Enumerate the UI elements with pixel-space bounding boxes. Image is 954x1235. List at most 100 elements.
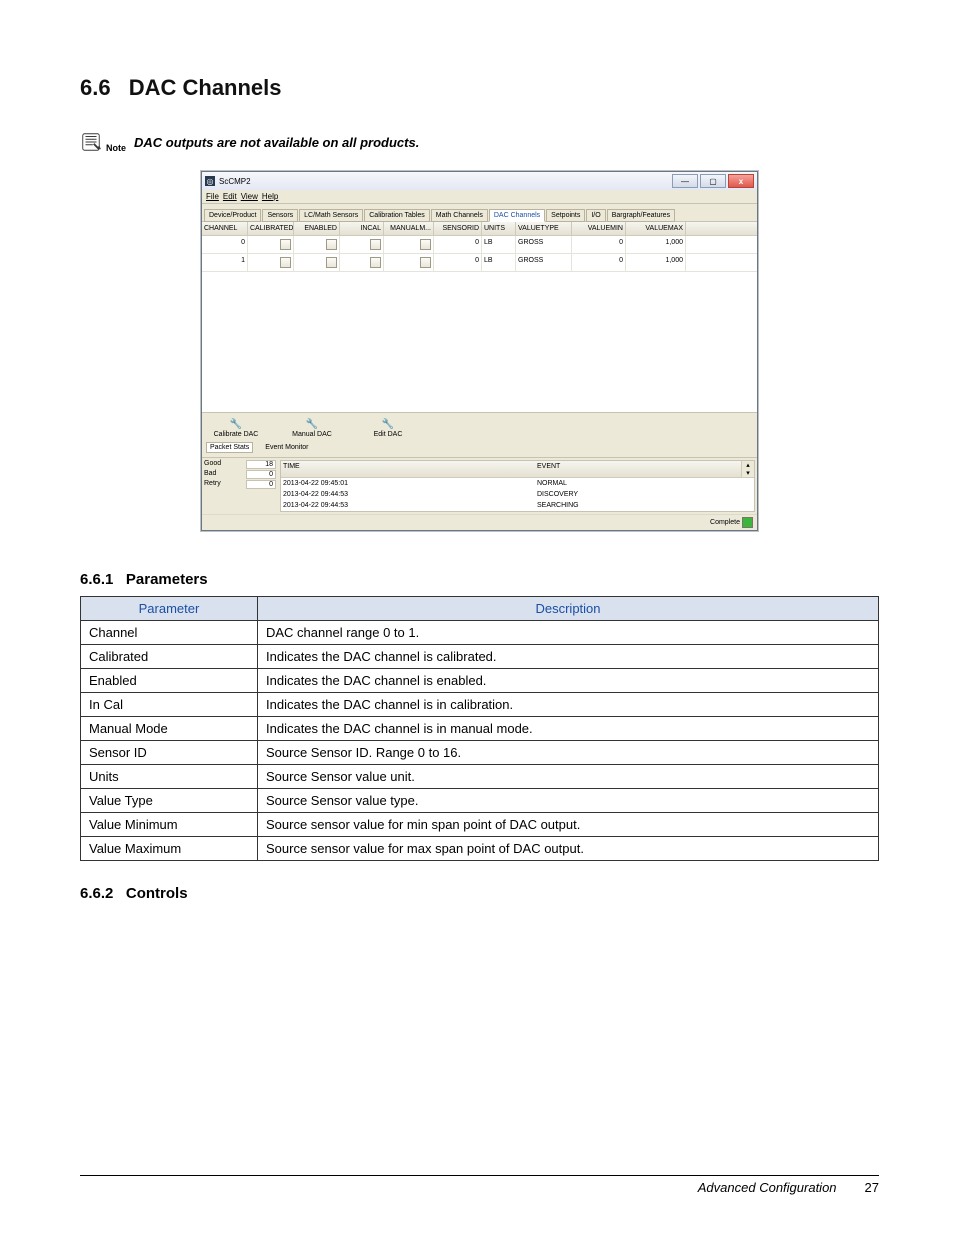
app-icon: ◎ xyxy=(205,176,215,186)
col-sensorid[interactable]: SENSORID xyxy=(434,222,482,235)
wrench-icon: 🔧 xyxy=(360,419,416,431)
section-number: 6.6 xyxy=(80,75,111,101)
cell-sensorid[interactable]: 0 xyxy=(434,254,482,271)
cell-calibrated[interactable] xyxy=(248,236,294,253)
events-scrollbar[interactable]: ▴▾ xyxy=(741,461,754,477)
cell-valuemax[interactable]: 1,000 xyxy=(626,254,686,271)
checkbox-icon[interactable] xyxy=(370,239,381,250)
event-row[interactable]: 2013-04-22 09:44:53SEARCHING xyxy=(281,500,754,511)
checkbox-icon[interactable] xyxy=(420,257,431,268)
cell-manualmode[interactable] xyxy=(384,236,434,253)
cell-incal[interactable] xyxy=(340,254,384,271)
footer-page-number: 27 xyxy=(865,1180,879,1195)
cell-incal[interactable] xyxy=(340,236,384,253)
tool-calibrate-dac[interactable]: 🔧 Calibrate DAC xyxy=(208,419,264,438)
tab-sensors[interactable]: Sensors xyxy=(262,209,298,222)
tab-packet-stats[interactable]: Packet Stats xyxy=(206,442,253,453)
cell-manualmode[interactable] xyxy=(384,254,434,271)
menu-edit[interactable]: Edit xyxy=(223,192,237,201)
stat-good-label: Good xyxy=(204,460,221,469)
event-monitor[interactable]: TIME EVENT ▴▾ 2013-04-22 09:45:01NORMAL2… xyxy=(280,460,755,512)
tab-dac-channels[interactable]: DAC Channels xyxy=(489,209,545,222)
wrench-icon: 🔧 xyxy=(208,419,264,431)
table-row[interactable]: 00LBGROSS01,000 xyxy=(202,236,757,254)
cell-channel[interactable]: 1 xyxy=(202,254,248,271)
checkbox-icon[interactable] xyxy=(420,239,431,250)
table-row: EnabledIndicates the DAC channel is enab… xyxy=(81,669,879,693)
subsection-title: Controls xyxy=(126,885,188,902)
cell-units[interactable]: LB xyxy=(482,236,516,253)
app-window: ◎ ScCMP2 — ▢ x File Edit View Help Devic… xyxy=(201,171,758,531)
tab-event-monitor[interactable]: Event Monitor xyxy=(261,442,312,453)
param-description: Indicates the DAC channel is enabled. xyxy=(258,669,879,693)
event-name: NORMAL xyxy=(535,478,754,489)
menu-file[interactable]: File xyxy=(206,192,219,201)
menu-view[interactable]: View xyxy=(241,192,258,201)
param-name: In Cal xyxy=(81,693,258,717)
cell-valuemax[interactable]: 1,000 xyxy=(626,236,686,253)
cell-calibrated[interactable] xyxy=(248,254,294,271)
cell-valuetype[interactable]: GROSS xyxy=(516,254,572,271)
tool-edit-dac[interactable]: 🔧 Edit DAC xyxy=(360,419,416,438)
events-col-time[interactable]: TIME xyxy=(281,461,535,477)
event-row[interactable]: 2013-04-22 09:44:53DISCOVERY xyxy=(281,489,754,500)
cell-sensorid[interactable]: 0 xyxy=(434,236,482,253)
checkbox-icon[interactable] xyxy=(370,257,381,268)
event-name: SEARCHING xyxy=(535,500,754,511)
tab-device-product[interactable]: Device/Product xyxy=(204,209,261,222)
param-name: Units xyxy=(81,765,258,789)
checkbox-icon[interactable] xyxy=(326,239,337,250)
col-calibrated[interactable]: CALIBRATED xyxy=(248,222,294,235)
param-name: Value Minimum xyxy=(81,813,258,837)
cell-units[interactable]: LB xyxy=(482,254,516,271)
col-units[interactable]: UNITS xyxy=(482,222,516,235)
dac-grid[interactable]: CHANNEL CALIBRATED ENABLED INCAL MANUALM… xyxy=(202,222,757,412)
param-description: Indicates the DAC channel is in manual m… xyxy=(258,717,879,741)
cell-enabled[interactable] xyxy=(294,254,340,271)
checkbox-icon[interactable] xyxy=(326,257,337,268)
param-description: Source Sensor value type. xyxy=(258,789,879,813)
cell-enabled[interactable] xyxy=(294,236,340,253)
menubar: File Edit View Help xyxy=(202,190,757,204)
panel-tabs: Packet Stats Event Monitor xyxy=(202,440,757,458)
checkbox-icon[interactable] xyxy=(280,239,291,250)
tool-manual-dac[interactable]: 🔧 Manual DAC xyxy=(284,419,340,438)
maximize-button[interactable]: ▢ xyxy=(700,174,726,188)
cell-valuetype[interactable]: GROSS xyxy=(516,236,572,253)
cell-valuemin[interactable]: 0 xyxy=(572,254,626,271)
subsection-parameters-heading: 6.6.1 Parameters xyxy=(80,571,879,588)
stat-bad-value: 0 xyxy=(246,470,276,479)
col-manualm[interactable]: MANUALM... xyxy=(384,222,434,235)
param-name: Channel xyxy=(81,621,258,645)
event-row[interactable]: 2013-04-22 09:45:01NORMAL xyxy=(281,478,754,489)
tab-bargraph-features[interactable]: Bargraph/Features xyxy=(607,209,675,222)
cell-valuemin[interactable]: 0 xyxy=(572,236,626,253)
tab-math-channels[interactable]: Math Channels xyxy=(431,209,488,222)
table-row[interactable]: 10LBGROSS01,000 xyxy=(202,254,757,272)
tab-setpoints[interactable]: Setpoints xyxy=(546,209,585,222)
status-text: Complete xyxy=(710,519,740,526)
stat-retry-value: 0 xyxy=(246,480,276,489)
cell-channel[interactable]: 0 xyxy=(202,236,248,253)
param-description: Indicates the DAC channel is in calibrat… xyxy=(258,693,879,717)
main-tabs: Device/Product Sensors LC/Math Sensors C… xyxy=(202,204,757,222)
tab-io[interactable]: I/O xyxy=(586,209,605,222)
col-valuemax[interactable]: VALUEMAX xyxy=(626,222,686,235)
tab-calibration-tables[interactable]: Calibration Tables xyxy=(364,209,430,222)
col-valuetype[interactable]: VALUETYPE xyxy=(516,222,572,235)
close-button[interactable]: x xyxy=(728,174,754,188)
table-row: In CalIndicates the DAC channel is in ca… xyxy=(81,693,879,717)
col-channel[interactable]: CHANNEL xyxy=(202,222,248,235)
col-incal[interactable]: INCAL xyxy=(340,222,384,235)
minimize-button[interactable]: — xyxy=(672,174,698,188)
menu-help[interactable]: Help xyxy=(262,192,278,201)
checkbox-icon[interactable] xyxy=(280,257,291,268)
col-enabled[interactable]: ENABLED xyxy=(294,222,340,235)
tab-lcmath-sensors[interactable]: LC/Math Sensors xyxy=(299,209,363,222)
col-valuemin[interactable]: VALUEMIN xyxy=(572,222,626,235)
page-footer: Advanced Configuration 27 xyxy=(80,1175,879,1195)
events-col-event[interactable]: EVENT xyxy=(535,461,741,477)
table-row: Manual ModeIndicates the DAC channel is … xyxy=(81,717,879,741)
table-row: Value TypeSource Sensor value type. xyxy=(81,789,879,813)
event-time: 2013-04-22 09:44:53 xyxy=(281,489,535,500)
